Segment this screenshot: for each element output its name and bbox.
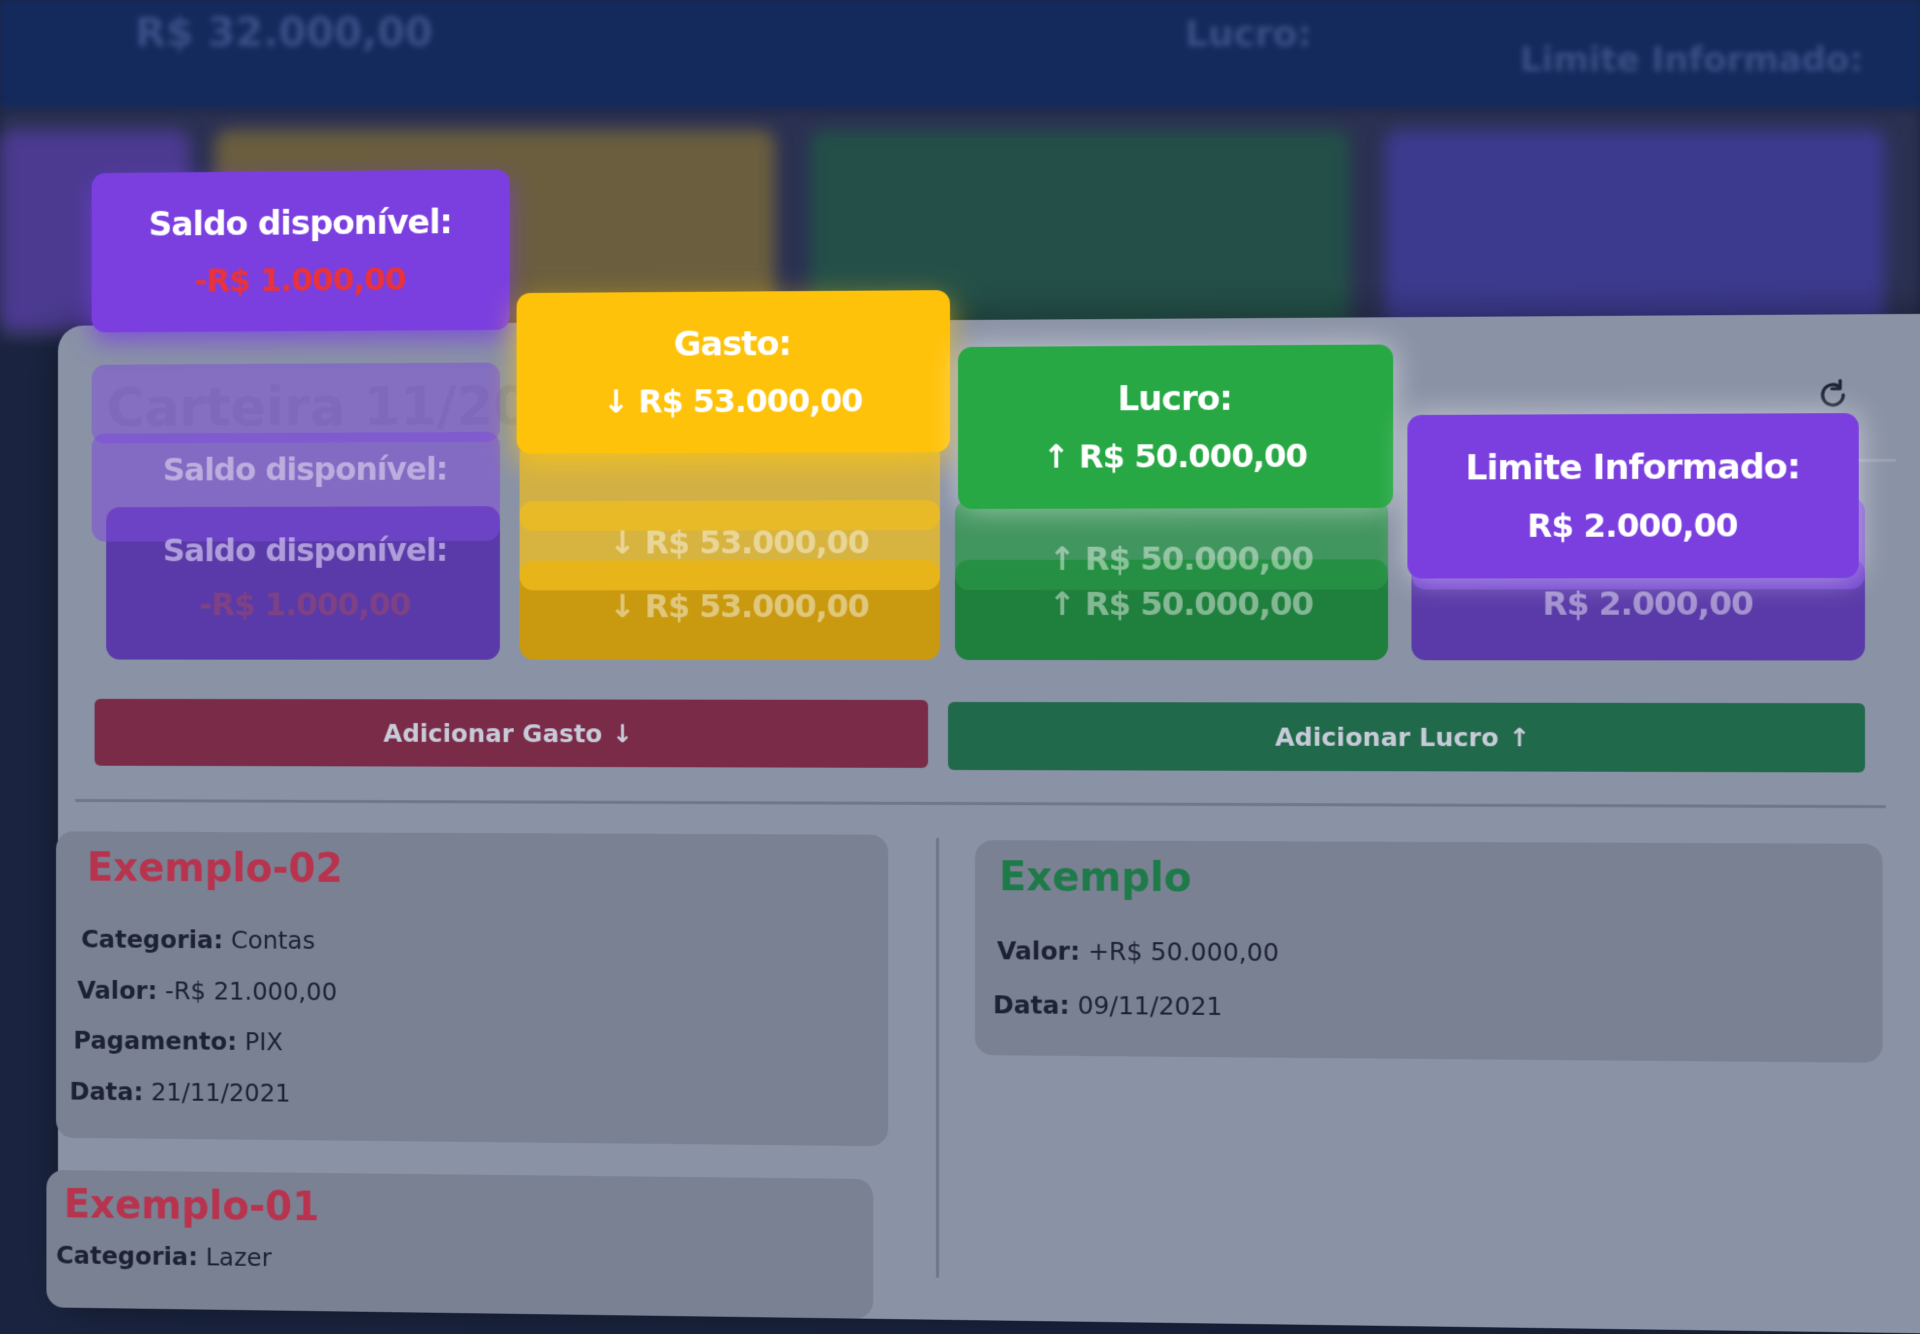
- category-value: Contas: [230, 925, 316, 955]
- expense-category: Categoria: Contas: [81, 925, 315, 955]
- profit-card: Lucro: ↑ R$ 50.000,00: [958, 344, 1394, 510]
- balance-card-shadow: [91, 362, 500, 444]
- expense-category: Categoria: Lazer: [56, 1241, 272, 1272]
- expense-ghost-value: ↓ R$ 53.000,00: [529, 587, 950, 625]
- balance-card: Saldo disponível: -R$ 1.000,00: [91, 169, 510, 333]
- value-label: Valor:: [996, 936, 1081, 966]
- value-label: Valor:: [77, 975, 158, 1005]
- value-amount: -R$ 21.000,00: [164, 976, 338, 1007]
- balance-label: Saldo disponível:: [148, 202, 452, 245]
- expense-ghost-amount: R$ 53.000,00: [644, 587, 869, 626]
- expense-entry: Exemplo-01 Categoria: Lazer: [46, 1169, 874, 1319]
- column-divider: [936, 837, 940, 1278]
- arrow-down-icon: ↓: [609, 523, 635, 562]
- date-value: 21/11/2021: [150, 1077, 291, 1108]
- expense-entry: Exemplo-02 Categoria: Contas Valor: -R$ …: [56, 831, 889, 1147]
- arrow-up-icon: ↑: [1048, 584, 1075, 623]
- arrow-down-icon: ↓: [612, 718, 633, 748]
- balance-ghost-value: -R$ 1.000,00: [199, 585, 411, 624]
- add-expense-label: Adicionar Gasto: [383, 718, 603, 748]
- arrow-up-icon: ↑: [1508, 722, 1531, 752]
- expense-value: Valor: -R$ 21.000,00: [77, 976, 337, 1006]
- add-profit-button[interactable]: Adicionar Lucro ↑: [948, 701, 1865, 773]
- payment-label: Pagamento:: [73, 1025, 237, 1056]
- payment-value: PIX: [244, 1027, 284, 1057]
- profit-label: Lucro:: [1117, 378, 1232, 420]
- expense-card-shadow: [519, 440, 941, 531]
- expense-card: Gasto: ↓ R$ 53.000,00: [516, 290, 951, 454]
- arrow-down-icon: ↓: [609, 587, 635, 626]
- profit-ghost-value: ↑ R$ 50.000,00: [965, 539, 1398, 578]
- expense-ghost-value: ↓ R$ 53.000,00: [529, 523, 950, 562]
- expense-entry-title: Exemplo-02: [86, 845, 343, 892]
- add-profit-label: Adicionar Lucro: [1275, 722, 1499, 752]
- expense-value: ↓ R$ 53.000,00: [603, 381, 862, 420]
- limit-value: R$ 2.000,00: [1527, 506, 1738, 545]
- balance-value: -R$ 1.000,00: [194, 260, 406, 300]
- wallet-scene: Carteira 11/2021 Saldo disponível: Saldo…: [19, 0, 1920, 1334]
- profit-value: Valor: +R$ 50.000,00: [997, 936, 1279, 967]
- refresh-icon[interactable]: [1815, 377, 1850, 412]
- date-label: Data:: [69, 1076, 144, 1107]
- profit-value: ↑ R$ 50.000,00: [1043, 437, 1307, 476]
- expense-amount: R$ 53.000,00: [638, 381, 863, 421]
- date-label: Data:: [992, 990, 1070, 1020]
- profit-ghost-amount: R$ 50.000,00: [1085, 539, 1314, 578]
- expense-label: Gasto:: [673, 324, 791, 365]
- date-value: 09/11/2021: [1077, 990, 1223, 1022]
- balance-ghost-label: Saldo disponível:: [162, 531, 448, 570]
- profit-date: Data: 09/11/2021: [993, 990, 1223, 1021]
- expense-entry-title: Exemplo-01: [63, 1181, 320, 1231]
- add-expense-button[interactable]: Adicionar Gasto ↓: [94, 698, 929, 768]
- arrow-up-icon: ↑: [1042, 437, 1069, 476]
- profit-ghost-amount: R$ 50.000,00: [1085, 584, 1314, 623]
- expense-date: Data: 21/11/2021: [70, 1077, 291, 1108]
- category-label: Categoria:: [56, 1240, 198, 1272]
- arrow-down-icon: ↓: [602, 382, 629, 421]
- category-value: Lazer: [205, 1242, 272, 1273]
- expense-payment: Pagamento: PIX: [73, 1026, 283, 1056]
- balance-ghost-label: Saldo disponível:: [162, 449, 448, 489]
- profit-entry: Exemplo Valor: +R$ 50.000,00 Data: 09/11…: [974, 840, 1883, 1063]
- category-label: Categoria:: [81, 924, 224, 955]
- expense-ghost-amount: R$ 53.000,00: [644, 523, 869, 562]
- limit-ghost-value: R$ 2.000,00: [1542, 584, 1753, 623]
- profit-entry-title: Exemplo: [998, 854, 1192, 902]
- profit-ghost-value: ↑ R$ 50.000,00: [965, 585, 1398, 623]
- value-amount: +R$ 50.000,00: [1088, 936, 1279, 968]
- limit-card: Limite Informado: R$ 2.000,00: [1407, 413, 1859, 579]
- limit-label: Limite Informado:: [1465, 446, 1800, 489]
- arrow-up-icon: ↑: [1048, 539, 1075, 578]
- profit-amount: R$ 50.000,00: [1078, 436, 1308, 476]
